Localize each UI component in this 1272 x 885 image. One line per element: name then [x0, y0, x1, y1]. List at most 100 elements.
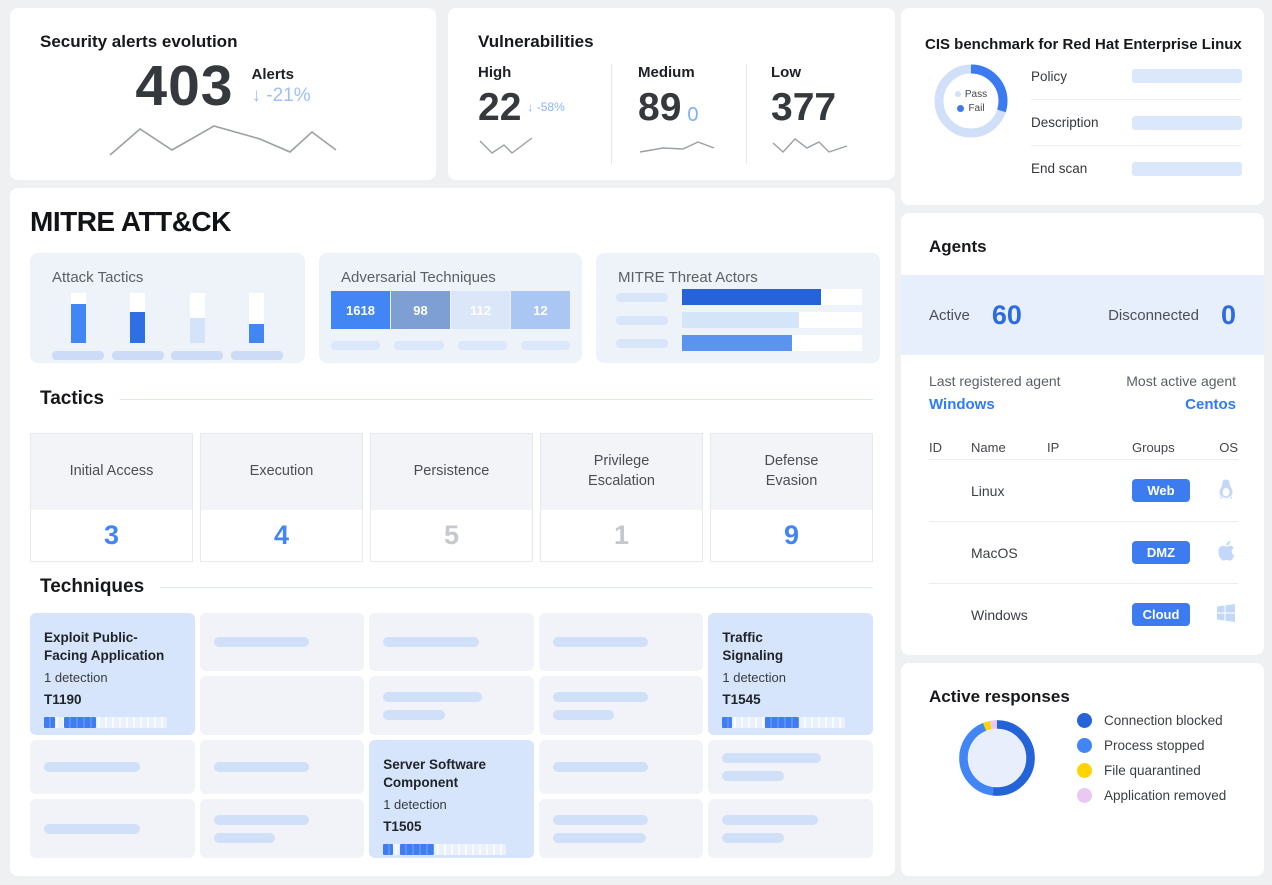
agents-table-header: ID Name IP Groups OS: [929, 435, 1238, 459]
alerts-sparkline: [108, 119, 338, 163]
technique-placeholder-card[interactable]: [200, 676, 365, 735]
technique-placeholder-card[interactable]: [30, 799, 195, 858]
windows-icon: [1214, 601, 1238, 625]
tactic-cards: Initial Access 3 Execution 4 Persistence…: [30, 433, 873, 562]
threat-actors-card[interactable]: MITRE Threat Actors: [596, 253, 880, 363]
mitre-attack-panel: MITRE ATT&CK Attack Tactics Adversarial …: [10, 188, 895, 876]
endscan-label: End scan: [1031, 161, 1087, 176]
bar: [190, 318, 205, 343]
tactic-card-privilege-escalation[interactable]: Privilege Escalation 1: [540, 433, 703, 562]
divider: [120, 399, 873, 400]
alerts-delta: ↓ -21%: [251, 85, 310, 107]
adversarial-placeholders: [331, 341, 570, 350]
technique-placeholder-card[interactable]: [369, 613, 534, 671]
technique-placeholder-card[interactable]: [369, 676, 534, 735]
technique-progress: [383, 844, 506, 855]
vulnerabilities-panel: Vulnerabilities High 22 ↓ -58% Medium 89…: [448, 8, 895, 180]
segment: 112: [451, 291, 510, 329]
tactic-card-initial-access[interactable]: Initial Access 3: [30, 433, 193, 562]
table-row[interactable]: Windows Cloud: [929, 583, 1238, 645]
pass-dot: [955, 91, 961, 97]
description-placeholder: [1132, 116, 1242, 130]
description-label: Description: [1031, 115, 1099, 130]
last-registered-agent-link[interactable]: Windows: [929, 396, 1061, 413]
policy-label: Policy: [1031, 69, 1067, 84]
technique-placeholder-card[interactable]: [708, 740, 873, 794]
technique-card-t1545[interactable]: Traffic Signaling 1 detection T1545: [708, 613, 873, 735]
vuln-medium-label: Medium: [638, 64, 746, 81]
attack-tactics-bars: [52, 293, 283, 360]
technique-placeholder-card[interactable]: [539, 676, 704, 735]
vuln-low-value: 377: [771, 88, 836, 127]
tactic-card-persistence[interactable]: Persistence 5: [370, 433, 533, 562]
legend-item: Connection blocked: [1077, 713, 1226, 728]
technique-card-t1505[interactable]: Server Software Component 1 detection T1…: [369, 740, 534, 858]
cis-donut-legend: Pass Fail: [931, 61, 1011, 141]
technique-placeholder-card[interactable]: [200, 740, 365, 794]
most-active-agent-link[interactable]: Centos: [1185, 396, 1236, 413]
segment: 98: [391, 291, 450, 329]
active-responses-donut-chart: [958, 719, 1036, 797]
technique-placeholder-card[interactable]: [539, 740, 704, 794]
vuln-high-sparkline: [478, 133, 534, 159]
fail-label: Fail: [968, 103, 984, 114]
bar: [682, 335, 792, 351]
active-responses-title: Active responses: [929, 687, 1264, 707]
technique-card-t1190[interactable]: Exploit Public-Facing Application 1 dete…: [30, 613, 195, 735]
pass-label: Pass: [965, 89, 987, 100]
endscan-placeholder: [1132, 162, 1242, 176]
active-label: Active: [929, 307, 970, 324]
file-quarantined-dot: [1077, 763, 1092, 778]
last-registered-label: Last registered agent: [929, 373, 1061, 389]
technique-placeholder-card[interactable]: [539, 799, 704, 858]
group-badge[interactable]: DMZ: [1132, 541, 1190, 564]
technique-placeholder-card[interactable]: [539, 613, 704, 671]
agents-table: ID Name IP Groups OS Linux Web: [929, 435, 1238, 645]
bar: [682, 289, 821, 305]
group-badge[interactable]: Cloud: [1132, 603, 1190, 626]
vuln-medium-delta: 0: [687, 104, 698, 127]
tactic-card-defense-evasion[interactable]: Defense Evasion 9: [710, 433, 873, 562]
bar: [682, 312, 799, 328]
tactic-card-execution[interactable]: Execution 4: [200, 433, 363, 562]
bar: [249, 324, 264, 343]
security-alerts-panel: Security alerts evolution 403 Alerts ↓ -…: [10, 8, 436, 180]
attack-tactics-card[interactable]: Attack Tactics: [30, 253, 305, 363]
table-row[interactable]: MacOS DMZ: [929, 521, 1238, 583]
active-count[interactable]: 60: [992, 300, 1022, 331]
technique-placeholder-card[interactable]: [200, 613, 365, 671]
vuln-low-sparkline: [771, 133, 849, 159]
agents-status-band: Active 60 Disconnected 0: [901, 275, 1264, 355]
vuln-medium: Medium 89 0: [611, 64, 746, 164]
connection-blocked-dot: [1077, 713, 1092, 728]
active-responses-legend: Connection blocked Process stopped File …: [1077, 713, 1226, 803]
apple-icon: [1214, 539, 1238, 563]
cis-title: CIS benchmark for Red Hat Enterprise Lin…: [925, 36, 1264, 53]
active-responses-panel: Active responses Connection blocked Proc…: [901, 663, 1264, 876]
disconnected-count[interactable]: 0: [1221, 300, 1236, 331]
group-badge[interactable]: Web: [1132, 479, 1190, 502]
agent-name: MacOS: [971, 545, 1047, 561]
adversarial-techniques-card[interactable]: Adversarial Techniques 1618 98 112 12: [319, 253, 582, 363]
table-row[interactable]: Linux Web: [929, 459, 1238, 521]
bar: [71, 304, 86, 343]
application-removed-dot: [1077, 788, 1092, 803]
agent-name: Windows: [971, 607, 1047, 623]
attack-tactics-title: Attack Tactics: [52, 269, 143, 286]
tactics-heading: Tactics: [40, 388, 104, 410]
policy-placeholder: [1132, 69, 1242, 83]
technique-placeholder-card[interactable]: [30, 740, 195, 794]
most-active-label: Most active agent: [1126, 373, 1236, 389]
vuln-high: High 22 ↓ -58%: [448, 64, 611, 164]
technique-placeholder-card[interactable]: [708, 799, 873, 858]
bar: [130, 312, 145, 343]
threat-actors-title: MITRE Threat Actors: [618, 269, 758, 286]
technique-placeholder-card[interactable]: [200, 799, 365, 858]
vuln-low: Low 377: [746, 64, 895, 164]
mitre-title: MITRE ATT&CK: [30, 206, 231, 238]
threat-actors-bars: [616, 289, 862, 351]
divider: [160, 587, 873, 588]
vuln-high-delta: ↓ -58%: [527, 100, 564, 114]
vuln-high-value: 22: [478, 88, 521, 127]
alerts-count: 403: [135, 58, 233, 115]
